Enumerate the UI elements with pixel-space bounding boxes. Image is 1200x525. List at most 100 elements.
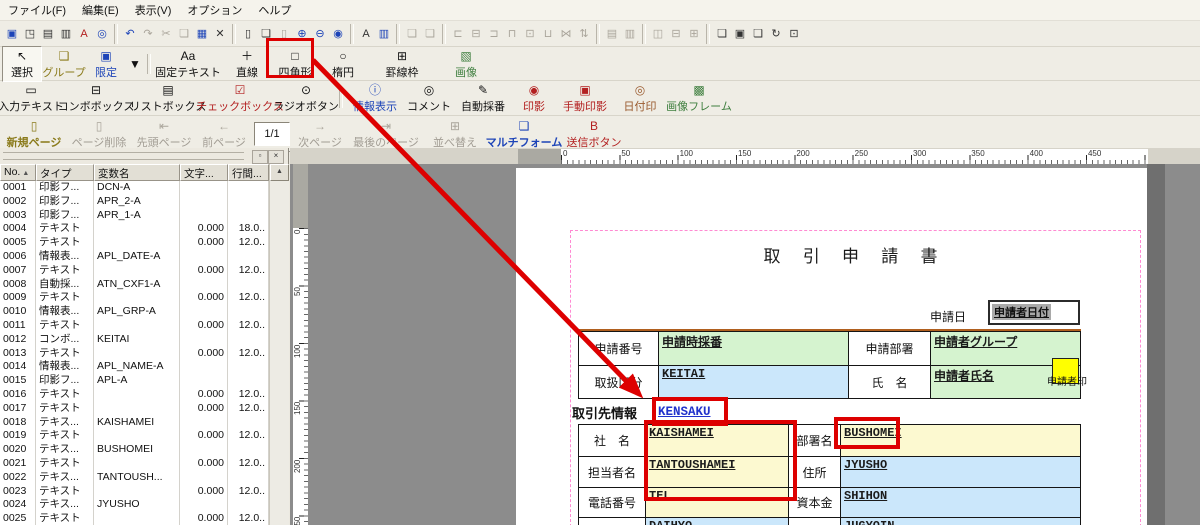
table-row[interactable]: 0007 テキスト 0.000 12.0.. bbox=[0, 263, 269, 278]
same-height-button[interactable]: ⊟ bbox=[667, 25, 685, 43]
panel-scrollbar[interactable]: ▲ bbox=[269, 164, 289, 525]
line-tool-button[interactable]: ＋ 直線 bbox=[222, 47, 272, 81]
ellipse-tool-button[interactable]: ○ 楕円 bbox=[318, 47, 368, 81]
table-row[interactable]: 0001 印影フ... DCN-A bbox=[0, 181, 269, 195]
table-row[interactable]: 0004 テキスト 0.000 18.0.. bbox=[0, 222, 269, 237]
table-row[interactable]: 0016 テキスト 0.000 12.0.. bbox=[0, 387, 269, 402]
representative-field[interactable]: DAIHYO bbox=[645, 517, 789, 525]
align-middle-button[interactable]: ⊡ bbox=[521, 25, 539, 43]
align-center-button[interactable]: ⊟ bbox=[467, 25, 485, 43]
send-back-button[interactable]: ❏ bbox=[421, 25, 439, 43]
cut-button[interactable]: ✂ bbox=[157, 25, 175, 43]
sort-pages-button[interactable]: ⊞ 並べ替え bbox=[424, 117, 486, 151]
save-button[interactable]: ▣ bbox=[3, 25, 21, 43]
distribute-v-button[interactable]: ⇅ bbox=[575, 25, 593, 43]
panel-grip[interactable] bbox=[3, 152, 244, 160]
rotate-button[interactable]: ↻ bbox=[767, 25, 785, 43]
input-text-tool-button[interactable]: ▭ 入力テキスト bbox=[0, 81, 64, 115]
scroll-up-icon[interactable]: ▲ bbox=[270, 164, 289, 181]
table-row[interactable]: 0008 自動採... ATN_CXF1-A bbox=[0, 277, 269, 292]
table-row[interactable]: 0021 テキスト 0.000 12.0.. bbox=[0, 456, 269, 471]
align-right-button[interactable]: ⊐ bbox=[485, 25, 503, 43]
table-row[interactable]: 0012 コンボ... KEITAI bbox=[0, 332, 269, 347]
menu-item[interactable]: ヘルプ bbox=[250, 0, 299, 20]
table-row[interactable]: 0017 テキスト 0.000 12.0.. bbox=[0, 401, 269, 416]
listbox-tool-button[interactable]: ▤ リストボックス bbox=[130, 81, 207, 115]
doc-zoom-button[interactable]: ◎ bbox=[93, 25, 111, 43]
table-row[interactable]: 0022 テキス... TANTOUSH... bbox=[0, 470, 269, 485]
table-row[interactable]: 0003 印影フ... APR_1-A bbox=[0, 208, 269, 223]
table-row[interactable]: 0013 テキスト 0.000 12.0.. bbox=[0, 346, 269, 361]
kensaku-link[interactable]: KENSAKU bbox=[658, 405, 711, 419]
info-display-tool-button[interactable]: ⓘ 情報表示 bbox=[346, 81, 404, 115]
zoom-area-button[interactable]: ◉ bbox=[329, 25, 347, 43]
undo-button[interactable]: ↶ bbox=[121, 25, 139, 43]
comment-tool-button[interactable]: ◎ コメント bbox=[404, 81, 454, 115]
plain-doc-button[interactable]: ▯ bbox=[275, 25, 293, 43]
group-tool-button[interactable]: ❏ グループ bbox=[42, 47, 86, 81]
distribute-h-button[interactable]: ⋈ bbox=[557, 25, 575, 43]
handling-class-field[interactable]: KEITAI bbox=[658, 365, 849, 399]
table-row[interactable]: 0002 印影フ... APR_2-A bbox=[0, 194, 269, 209]
form-title[interactable]: 取 引 申 請 書 bbox=[570, 242, 1140, 267]
employees-field[interactable]: JUGYOIN bbox=[840, 517, 1081, 525]
align-bottom-button[interactable]: ⊔ bbox=[539, 25, 557, 43]
print-button[interactable]: ▤ bbox=[39, 25, 57, 43]
capital-field[interactable]: SHIHON bbox=[840, 487, 1081, 518]
header-varname[interactable]: 変数名 bbox=[94, 164, 180, 181]
delete-page-button[interactable]: ▯ ページ削除 bbox=[66, 117, 132, 151]
front-window-button[interactable]: ❏ bbox=[713, 25, 731, 43]
redo-button[interactable]: ↷ bbox=[139, 25, 157, 43]
table-row[interactable]: 0018 テキス... KAISHAMEI bbox=[0, 415, 269, 430]
zoom-out-button[interactable]: ⊖ bbox=[311, 25, 329, 43]
print-preview-button[interactable]: ▥ bbox=[57, 25, 75, 43]
grid-frame-tool-button[interactable]: ⊞ 罫線枠 bbox=[368, 47, 436, 81]
send-button-button[interactable]: B 送信ボタン bbox=[562, 117, 626, 151]
limit-tool-button[interactable]: ▣ 限定 bbox=[86, 47, 126, 81]
align-top-button[interactable]: ⊓ bbox=[503, 25, 521, 43]
select-tool-button[interactable]: ↖ 選択 bbox=[2, 45, 42, 82]
copy-button[interactable]: ❏ bbox=[175, 25, 193, 43]
stamp-window-button[interactable]: ▣ bbox=[731, 25, 749, 43]
table-row[interactable]: 0024 テキス... JYUSHO bbox=[0, 498, 269, 513]
dept-name-field[interactable]: BUSHOMEI bbox=[840, 424, 1081, 457]
apply-number-field[interactable]: 申請時採番 bbox=[658, 331, 849, 366]
table-row[interactable]: 0005 テキスト 0.000 12.0.. bbox=[0, 236, 269, 250]
panel-float-button[interactable]: ▫ bbox=[252, 150, 268, 164]
table-row[interactable]: 0009 テキスト 0.000 12.0.. bbox=[0, 291, 269, 306]
equal-space-v-button[interactable]: ▥ bbox=[621, 25, 639, 43]
table-row[interactable]: 0010 情報表... APL_GRP-A bbox=[0, 305, 269, 319]
same-width-button[interactable]: ◫ bbox=[649, 25, 667, 43]
delete-button[interactable]: ✕ bbox=[211, 25, 229, 43]
image-frame-tool-button[interactable]: ▩ 画像フレーム bbox=[666, 81, 732, 115]
checkbox-tool-button[interactable]: ☑ チェックボックス bbox=[196, 81, 284, 115]
back-window-button[interactable]: ❏ bbox=[749, 25, 767, 43]
stamp-tool-button[interactable]: ◉ 印影 bbox=[512, 81, 556, 115]
combobox-tool-button[interactable]: ⊟ コンボボックス bbox=[58, 81, 135, 115]
paste-button[interactable]: ▦ bbox=[193, 25, 211, 43]
header-linespace[interactable]: 行間... bbox=[228, 164, 269, 181]
client-info-label[interactable]: 取引先情報 bbox=[572, 403, 637, 422]
equal-space-h-button[interactable]: ▤ bbox=[603, 25, 621, 43]
find-button[interactable]: A bbox=[357, 25, 375, 43]
table-row[interactable]: 0019 テキスト 0.000 12.0.. bbox=[0, 429, 269, 444]
align-left-button[interactable]: ⊏ bbox=[449, 25, 467, 43]
export-button[interactable]: ◳ bbox=[21, 25, 39, 43]
company-name-field[interactable]: KAISHAMEI bbox=[645, 424, 789, 457]
column-view-button[interactable]: ▥ bbox=[375, 25, 393, 43]
new-page-button[interactable]: ▯ 新規ページ bbox=[2, 117, 66, 151]
menu-item[interactable]: ファイル(F) bbox=[0, 0, 74, 20]
bring-front-button[interactable]: ❏ bbox=[403, 25, 421, 43]
fixed-text-tool-button[interactable]: Aa 固定テキスト bbox=[154, 47, 222, 81]
menu-item[interactable]: 表示(V) bbox=[127, 0, 180, 20]
table-row[interactable]: 0006 情報表... APL_DATE-A bbox=[0, 249, 269, 264]
radio-tool-button[interactable]: ⊙ ラジオボタン bbox=[273, 81, 339, 115]
new-doc-button[interactable]: ▯ bbox=[239, 25, 257, 43]
address-field[interactable]: JYUSHO bbox=[840, 456, 1081, 488]
font-preview-button[interactable]: A bbox=[75, 25, 93, 43]
auto-number-tool-button[interactable]: ✎ 自動採番 bbox=[454, 81, 512, 115]
table-row[interactable]: 0015 印影フ... APL-A bbox=[0, 374, 269, 388]
same-size-button[interactable]: ⊞ bbox=[685, 25, 703, 43]
header-no[interactable]: No. ▲ bbox=[0, 164, 36, 181]
table-row[interactable]: 0011 テキスト 0.000 12.0.. bbox=[0, 318, 269, 333]
